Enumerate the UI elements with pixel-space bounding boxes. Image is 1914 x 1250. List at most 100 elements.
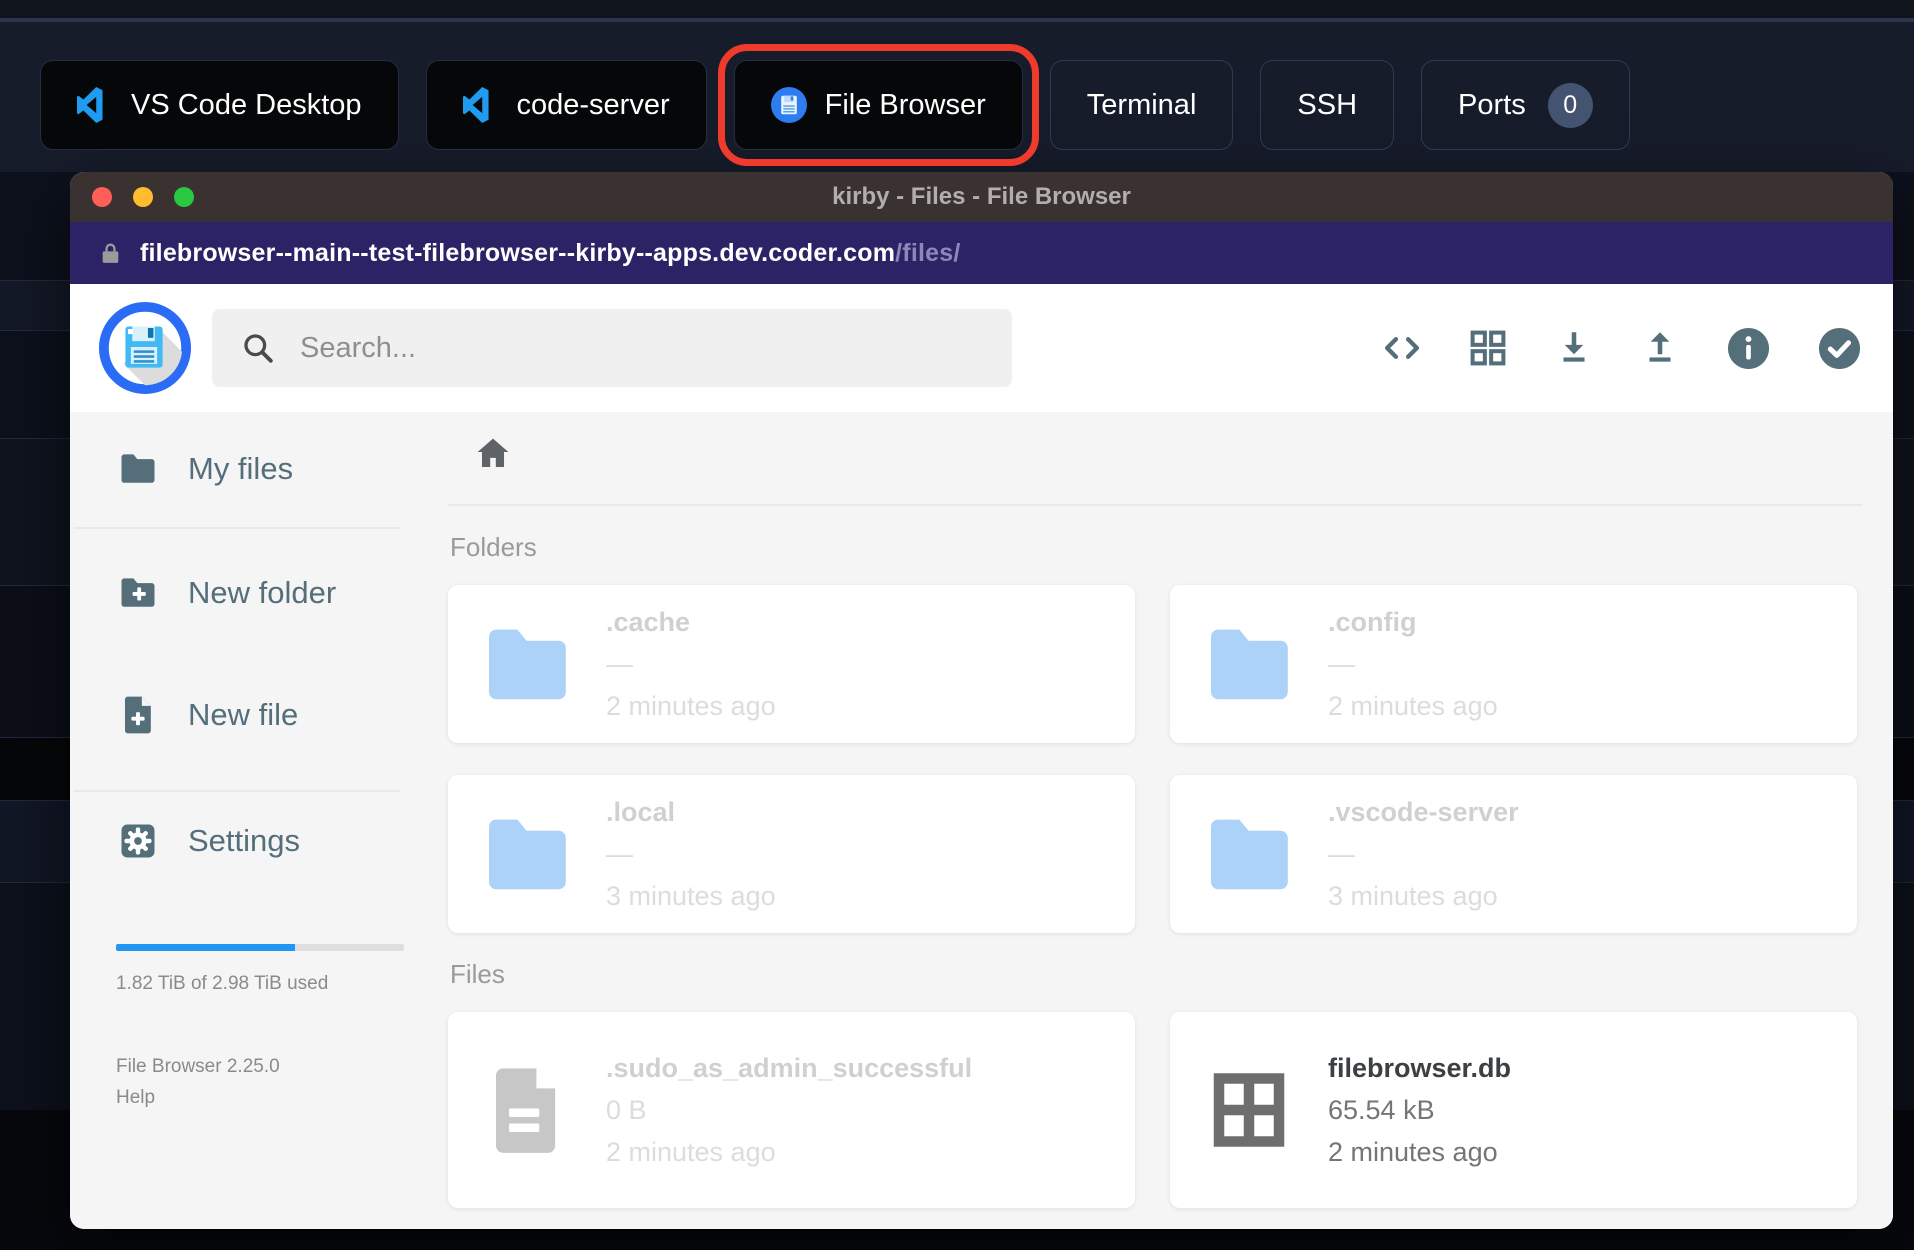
file-modified: 2 minutes ago: [606, 690, 776, 721]
folder-card-cache[interactable]: .cache — 2 minutes ago: [448, 585, 1135, 743]
app-version: File Browser 2.25.0: [116, 1056, 280, 1077]
file-modified: 2 minutes ago: [1328, 690, 1498, 721]
grid-icon[interactable]: [1467, 327, 1509, 369]
ports-count-badge: 0: [1547, 82, 1593, 128]
vscode-icon: [463, 87, 499, 123]
file-icon: [448, 1051, 606, 1169]
app-button-code-server[interactable]: code-server: [425, 60, 707, 150]
header-actions: [1381, 284, 1863, 412]
folder-icon: [448, 616, 606, 712]
workspace-app-bar: VS Code Desktop code-server File Browser Te…: [40, 44, 1874, 166]
filebrowser-body: My files New folder New file Settings 1.82 …: [70, 412, 1893, 1229]
folder-icon: [116, 447, 160, 491]
app-button-ssh[interactable]: SSH: [1260, 60, 1395, 150]
browser-window: kirby - Files - File Browser filebrowser…: [70, 172, 1893, 1229]
file-card-text: .local — 3 minutes ago: [606, 796, 776, 911]
file-modified: 2 minutes ago: [1328, 1136, 1498, 1167]
sidebar-item-new-folder[interactable]: New folder: [70, 562, 448, 624]
code-icon[interactable]: [1381, 327, 1423, 369]
sidebar-divider: [74, 790, 400, 792]
url-bar[interactable]: filebrowser--main--test-filebrowser--kir…: [70, 222, 1893, 284]
app-button-ports[interactable]: Ports 0: [1421, 60, 1630, 150]
folder-icon: [448, 806, 606, 902]
grid-file-icon: [1170, 1065, 1328, 1155]
file-card-filebrowser-db[interactable]: filebrowser.db 65.54 kB 2 minutes ago: [1170, 1012, 1857, 1208]
folder-card-config[interactable]: .config — 2 minutes ago: [1170, 585, 1857, 743]
filebrowser-logo-icon[interactable]: [98, 301, 192, 395]
storage-progress-bar: [116, 944, 404, 951]
file-plus-icon: [116, 693, 160, 737]
sidebar-item-new-file[interactable]: New file: [70, 684, 448, 746]
gear-icon: [116, 819, 160, 863]
folder-card-vscode-server[interactable]: .vscode-server — 3 minutes ago: [1170, 775, 1857, 933]
file-size: 0 B: [606, 1094, 647, 1125]
file-modified: 3 minutes ago: [606, 880, 776, 911]
sidebar-item-label: New folder: [188, 575, 337, 610]
file-size: —: [606, 648, 633, 679]
search-bar[interactable]: [212, 309, 1012, 387]
url-path: /files/: [895, 238, 961, 267]
breadcrumb: [448, 412, 1862, 482]
sidebar-item-my-files[interactable]: My files: [70, 438, 448, 500]
lock-icon: [98, 241, 123, 266]
app-button-label: VS Code Desktop: [131, 88, 362, 121]
traffic-lights: [92, 172, 194, 222]
desktop-top-strip: [0, 0, 1914, 22]
file-name: .sudo_as_admin_successful: [606, 1052, 973, 1083]
section-grid-files: .sudo_as_admin_successful 0 B 2 minutes ag…: [448, 1012, 1862, 1208]
sidebar-item-label: New file: [188, 697, 299, 732]
file-size: —: [1328, 648, 1355, 679]
storage-label: 1.82 TiB of 2.98 TiB used: [116, 973, 329, 994]
url-host: filebrowser--main--test-filebrowser--kir…: [140, 238, 896, 267]
download-icon[interactable]: [1553, 327, 1595, 369]
window-title: kirby - Files - File Browser: [832, 183, 1131, 210]
check-icon[interactable]: [1816, 325, 1863, 372]
close-window-button[interactable]: [92, 187, 112, 207]
app-button-label: code-server: [516, 88, 670, 121]
maximize-window-button[interactable]: [174, 187, 194, 207]
vscode-icon: [77, 87, 113, 123]
app-button-label: Ports: [1458, 88, 1526, 121]
file-size: —: [1328, 838, 1355, 869]
file-name: filebrowser.db: [1328, 1052, 1512, 1083]
app-button-terminal[interactable]: Terminal: [1049, 60, 1234, 150]
app-button-label: Terminal: [1086, 88, 1197, 121]
url-text[interactable]: filebrowser--main--test-filebrowser--kir…: [140, 239, 960, 268]
window-titlebar[interactable]: kirby - Files - File Browser: [70, 172, 1893, 222]
file-card-sudo-as-admin-successful[interactable]: .sudo_as_admin_successful 0 B 2 minutes ag…: [448, 1012, 1135, 1208]
sidebar-item-settings[interactable]: Settings: [70, 810, 448, 872]
sidebar-divider: [74, 527, 400, 529]
search-icon: [240, 330, 276, 366]
section-label-files: Files: [450, 959, 505, 989]
home-icon[interactable]: [472, 432, 514, 474]
upload-icon[interactable]: [1639, 327, 1681, 369]
file-size: 65.54 kB: [1328, 1094, 1435, 1125]
folder-plus-icon: [116, 571, 160, 615]
info-icon[interactable]: [1725, 325, 1772, 372]
file-card-text: .vscode-server — 3 minutes ago: [1328, 798, 1519, 911]
file-card-text: filebrowser.db 65.54 kB 2 minutes ago: [1328, 1052, 1512, 1167]
storage-usage: 1.82 TiB of 2.98 TiB used: [116, 944, 404, 995]
sidebar-item-label: Settings: [188, 823, 301, 858]
filebrowser-icon: [771, 87, 807, 123]
file-card-text: .sudo_as_admin_successful 0 B 2 minutes ag…: [606, 1052, 973, 1166]
file-card-text: .cache — 2 minutes ago: [606, 606, 776, 721]
section-grid-folders: .cache — 2 minutes ago .config — 2 minutes ag…: [448, 585, 1862, 933]
folder-card-local[interactable]: .local — 3 minutes ago: [448, 775, 1135, 933]
folder-icon: [1170, 616, 1328, 712]
help-link[interactable]: Help: [116, 1082, 448, 1113]
file-modified: 3 minutes ago: [1328, 880, 1498, 911]
file-name: .cache: [606, 606, 691, 637]
app-button-vs-code-desktop[interactable]: VS Code Desktop: [40, 60, 399, 150]
app-button-file-browser[interactable]: File Browser: [717, 44, 1039, 166]
filebrowser-header: [70, 284, 1893, 412]
file-listing: Folders .cache — 2 minutes ago .config — 2 min…: [448, 412, 1862, 1208]
file-name: .local: [606, 796, 676, 827]
file-name: .config: [1328, 606, 1417, 637]
search-input[interactable]: [300, 331, 984, 365]
app-button-label: File Browser: [824, 88, 986, 121]
sidebar-item-label: My files: [188, 451, 294, 486]
breadcrumb-divider: [448, 504, 1862, 506]
minimize-window-button[interactable]: [133, 187, 153, 207]
storage-progress-fill: [116, 944, 295, 951]
